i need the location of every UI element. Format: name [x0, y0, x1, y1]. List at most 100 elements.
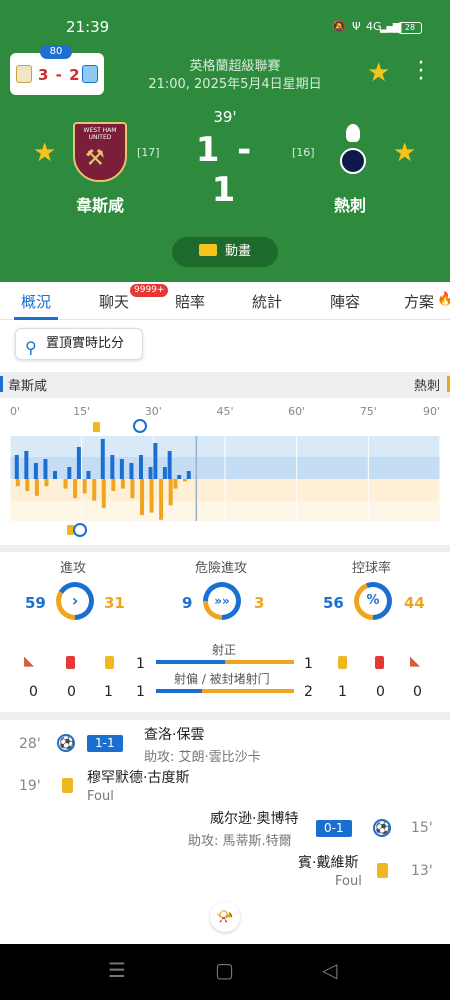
tab-overview[interactable]: 概況	[21, 291, 51, 312]
home-icon[interactable]: ▢	[215, 958, 234, 982]
away-momentum-bar	[149, 479, 154, 513]
fire-icon: 🔥	[437, 292, 450, 307]
time-tick-label: 30'	[145, 405, 162, 418]
away-team-name[interactable]: 熱刺	[300, 192, 400, 216]
momentum-graph: 0' 15' 30' 45' 60' 75' 90'	[9, 405, 441, 537]
danger-ring: »»	[203, 582, 241, 620]
danger-away: 3	[254, 594, 265, 612]
pin-live-score-button[interactable]: ⚲ 置頂實時比分	[15, 328, 143, 360]
away-momentum-bar	[168, 479, 173, 506]
signal-icon: ▂▄▆	[380, 20, 401, 33]
event-player: 查洛·保雲	[144, 727, 205, 743]
double-chevron-icon: »»	[208, 587, 236, 615]
danger-home: 9	[182, 594, 193, 612]
shots-on-home: 1	[136, 656, 145, 672]
percent-icon: %	[359, 587, 387, 615]
pitch-icon	[198, 244, 217, 256]
attack-away: 31	[104, 594, 125, 612]
favorite-match-star-icon[interactable]: ★	[367, 58, 390, 88]
tab-stats[interactable]: 統計	[252, 291, 282, 312]
celta-crest-icon	[82, 65, 98, 83]
home-momentum-bar	[100, 439, 105, 479]
home-momentum-bar	[139, 455, 143, 479]
whistle-icon[interactable]: 📯	[210, 902, 240, 932]
shots-on-away-bar	[225, 660, 294, 664]
event-assist: 助攻: 艾朗·雲比沙卡	[144, 750, 261, 765]
animation-button[interactable]: 動畫	[172, 237, 278, 267]
time-tick-label: 60'	[288, 405, 305, 418]
home-momentum-bar	[86, 471, 91, 479]
away-momentum-bar	[82, 479, 87, 494]
tab-lineups[interactable]: 陣容	[330, 291, 360, 312]
away-corner-icon: ◣	[410, 654, 420, 669]
mini-score: 3 - 2	[38, 66, 81, 84]
more-menu-icon[interactable]: · · ·	[414, 53, 428, 91]
home-red-count: 0	[67, 684, 76, 700]
event-player: 穆罕默德·古度斯	[87, 770, 190, 786]
shots-on-label: 射正	[212, 643, 237, 657]
away-momentum-bar	[130, 479, 135, 499]
tottenham-crest-icon[interactable]	[336, 122, 370, 182]
home-momentum-bar	[76, 447, 81, 479]
event-row[interactable]: 威尔逊·奥博特 助攻: 馬蒂斯.特爾 0-1 ⚽ 15'	[0, 808, 450, 854]
status-bar: 21:39 🔕 Ψ 4G ▂▄▆ 28	[0, 0, 450, 50]
away-momentum-bar	[34, 479, 39, 496]
volte-icon: Ψ	[352, 20, 361, 33]
home-corner-icon: ◣	[24, 654, 34, 669]
event-row[interactable]: 賓·戴維斯 Foul 13'	[0, 850, 450, 896]
attack-ring: ›	[56, 582, 94, 620]
away-momentum-bar	[173, 479, 178, 489]
event-score-tag: 0-1	[316, 820, 352, 837]
away-momentum-bar	[140, 479, 144, 515]
mini-score-card[interactable]: 3 - 2	[10, 53, 104, 95]
yellow-card-icon	[377, 863, 388, 878]
momentum-teams-bar: 韋斯咸 熱刺	[0, 372, 450, 398]
home-momentum-bar	[24, 451, 29, 479]
tab-chat[interactable]: 聊天	[99, 291, 129, 312]
shots-off-home-bar	[156, 689, 202, 693]
status-time: 21:39	[66, 18, 110, 36]
match-score: 1 - 1	[195, 130, 255, 210]
home-momentum-bar	[33, 463, 38, 479]
tab-odds[interactable]: 賠率	[175, 291, 205, 312]
event-row[interactable]: 19' 穆罕默德·古度斯 Foul	[0, 764, 450, 810]
home-momentum-bar	[119, 459, 124, 479]
favorite-away-star-icon[interactable]: ★	[393, 138, 416, 168]
away-momentum-bar	[44, 479, 49, 487]
shots-on-home-bar	[156, 660, 225, 664]
away-momentum-bar	[111, 479, 116, 491]
possession-label: 控球率	[352, 561, 392, 576]
favorite-home-star-icon[interactable]: ★	[33, 138, 56, 168]
battery-icon: 28	[398, 22, 422, 34]
home-momentum-bar	[129, 463, 134, 479]
time-tick-label: 0'	[10, 405, 20, 418]
west-ham-crest-icon[interactable]: WEST HAM UNITED ⚒	[73, 122, 127, 182]
home-yellow-count: 1	[104, 684, 113, 700]
chat-count-badge: 9999+	[130, 284, 169, 297]
home-team-name[interactable]: 韋斯咸	[50, 192, 150, 216]
away-yellow-count: 1	[338, 684, 347, 700]
home-red-card-icon	[66, 656, 75, 669]
goal-icon: ⚽	[373, 819, 391, 837]
chevron-right-icon: ›	[61, 587, 89, 615]
momentum-chart: 0' 15' 30' 45' 60' 75' 90'	[0, 398, 450, 545]
event-row[interactable]: 28' ⚽ 1-1 查洛·保雲 助攻: 艾朗·雲比沙卡	[0, 720, 450, 765]
match-minute: 39'	[213, 108, 237, 126]
home-momentum-bar	[186, 471, 191, 479]
real-madrid-crest-icon	[16, 65, 32, 83]
attack-home: 59	[25, 594, 46, 612]
event-note: Foul	[87, 789, 114, 804]
events-timeline: 28' ⚽ 1-1 查洛·保雲 助攻: 艾朗·雲比沙卡 19' 穆罕默德·古度斯…	[0, 720, 450, 944]
yellow-card-icon	[62, 778, 73, 793]
shots-off-home: 1	[136, 684, 145, 700]
away-red-card-icon	[375, 656, 384, 669]
back-icon[interactable]: ◁	[322, 958, 337, 982]
event-player: 威尔逊·奥博特	[210, 811, 299, 827]
home-momentum-bar	[53, 471, 57, 479]
tab-tips[interactable]: 方案	[404, 291, 434, 312]
pin-icon: ⚲	[25, 338, 37, 357]
shots-off-label: 射偏 / 被封堵射门	[174, 672, 270, 686]
recent-apps-icon[interactable]: ☰	[108, 958, 126, 982]
possession-ring: %	[354, 582, 392, 620]
attack-label: 進攻	[60, 561, 87, 576]
